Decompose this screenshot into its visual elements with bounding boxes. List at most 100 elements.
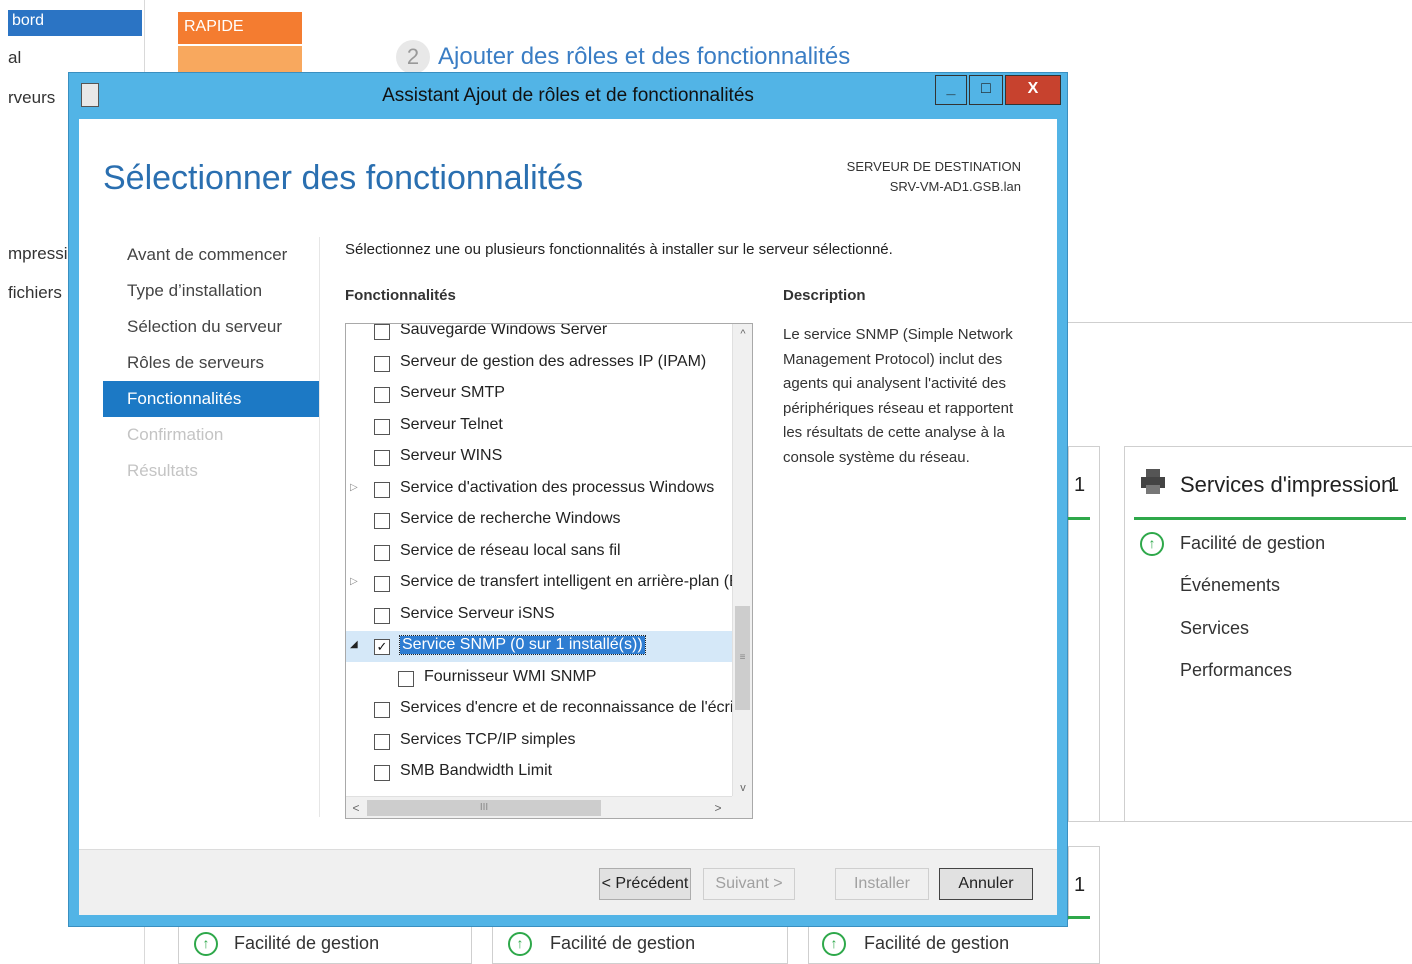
feature-checkbox[interactable]	[374, 450, 390, 466]
feature-checkbox[interactable]	[374, 481, 390, 498]
feature-checkbox[interactable]	[374, 387, 390, 403]
tile-print-link-manageability[interactable]: Facilité de gestion	[1180, 533, 1325, 554]
step-link[interactable]: Ajouter des rôles et des fonctionnalités	[438, 43, 850, 70]
feature-label[interactable]: Service de transfert intelligent en arri…	[400, 573, 732, 591]
close-button[interactable]: X	[1005, 75, 1061, 105]
feature-row[interactable]: Sauvegarde Windows Server	[346, 324, 732, 347]
feature-checkbox[interactable]: ✓	[374, 639, 390, 655]
expand-arrow-icon[interactable]: ◢	[350, 639, 358, 650]
feature-label[interactable]: Serveur SMTP	[400, 384, 505, 402]
feature-row[interactable]: Service de recherche Windows	[346, 505, 732, 536]
feature-checkbox[interactable]	[374, 733, 390, 750]
feature-checkbox[interactable]	[398, 670, 414, 687]
features-tree-list[interactable]: Sauvegarde Windows Server Serveur de gest…	[345, 323, 753, 819]
tile-print-link-events[interactable]: Événements	[1180, 575, 1280, 596]
tile-print-status-bar	[1134, 517, 1406, 520]
feature-checkbox[interactable]	[374, 576, 390, 592]
feature-label[interactable]: Serveur WINS	[400, 447, 502, 465]
wizard-body: Sélectionner des fonctionnalités SERVEUR…	[79, 119, 1057, 849]
bottom-tile-3-manageability[interactable]: Facilité de gestion	[864, 933, 1009, 954]
description-header: Description	[783, 287, 866, 304]
quick-start-tab-2[interactable]	[178, 46, 302, 74]
feature-row[interactable]: Services TCP/IP simples	[346, 726, 732, 757]
feature-row[interactable]: Services d'encre et de reconnaissance de…	[346, 694, 732, 725]
feature-label[interactable]: Service SNMP (0 sur 1 installé(s))	[399, 635, 646, 655]
wizard-titlebar[interactable]: Assistant Ajout de rôles et de fonctionn…	[69, 73, 1067, 117]
sidebar-item-local[interactable]: al	[8, 48, 70, 68]
next-button[interactable]: Suivant >	[703, 868, 795, 900]
feature-row[interactable]: ▷ Service d'activation des processus Wind…	[346, 474, 732, 505]
feature-row[interactable]: Serveur de gestion des adresses IP (IPAM…	[346, 348, 732, 379]
quick-start-tab[interactable]: RAPIDE	[178, 12, 302, 44]
feature-row[interactable]: ◢ ✓ Service SNMP (0 sur 1 installé(s))	[346, 631, 732, 662]
scroll-left-icon[interactable]: <	[346, 797, 366, 818]
tile-print-link-services[interactable]: Services	[1180, 618, 1249, 639]
feature-row[interactable]: Service de réseau local sans fil	[346, 537, 732, 568]
feature-label[interactable]: Serveur Telnet	[400, 416, 503, 434]
feature-checkbox[interactable]	[374, 702, 390, 718]
feature-checkbox[interactable]	[374, 418, 390, 435]
vertical-scroll-thumb[interactable]: ≡	[735, 606, 750, 710]
maximize-button[interactable]: □	[969, 75, 1003, 105]
feature-row[interactable]: Serveur SMTP	[346, 379, 732, 410]
feature-row[interactable]: Serveur WINS	[346, 442, 732, 473]
sidebar-item-servers[interactable]: rveurs	[8, 88, 70, 108]
feature-label[interactable]: Service d'activation des processus Windo…	[400, 479, 714, 497]
feature-label[interactable]: SMB Bandwidth Limit	[400, 762, 552, 780]
horizontal-scrollbar[interactable]: < III >	[346, 796, 732, 818]
install-button[interactable]: Installer	[835, 868, 929, 900]
tile-left-count: 1	[1074, 474, 1086, 496]
status-ok-icon: ↑	[822, 932, 846, 956]
feature-label[interactable]: Services d'encre et de reconnaissance de…	[400, 699, 732, 717]
nav-server-selection[interactable]: Sélection du serveur	[103, 309, 319, 345]
feature-checkbox[interactable]	[374, 513, 390, 529]
add-roles-features-wizard: Assistant Ajout de rôles et de fonctionn…	[68, 72, 1068, 927]
scrollbar-corner	[732, 796, 752, 818]
wizard-nav: Avant de commencer Type d’installation S…	[103, 237, 319, 489]
scroll-right-icon[interactable]: >	[708, 797, 728, 818]
cancel-button[interactable]: Annuler	[939, 868, 1033, 900]
bottom-tile-2-manageability[interactable]: Facilité de gestion	[550, 933, 695, 954]
feature-checkbox[interactable]	[374, 765, 390, 781]
feature-checkbox[interactable]	[374, 544, 390, 561]
previous-button[interactable]: < Précédent	[599, 868, 691, 900]
sidebar-item-files[interactable]: fichiers	[8, 283, 70, 303]
tile-print-link-performance[interactable]: Performances	[1180, 660, 1292, 681]
feature-checkbox[interactable]	[374, 324, 390, 340]
scroll-down-icon[interactable]: v	[733, 778, 752, 798]
feature-label[interactable]: Fournisseur WMI SNMP	[424, 668, 596, 686]
feature-row[interactable]: Service Serveur iSNS	[346, 600, 732, 631]
nav-confirmation: Confirmation	[127, 425, 224, 444]
feature-row[interactable]: Fournisseur WMI SNMP	[346, 663, 732, 694]
feature-row[interactable]: ▷ Service de transfert intelligent en arr…	[346, 568, 732, 599]
scroll-up-icon[interactable]: ^	[733, 324, 752, 344]
nav-installation-type[interactable]: Type d’installation	[103, 273, 319, 309]
expand-arrow-icon[interactable]: ▷	[350, 482, 358, 493]
horizontal-scroll-thumb[interactable]: III	[367, 800, 601, 816]
feature-checkbox[interactable]	[374, 607, 390, 624]
quick-start-step[interactable]: 2 Ajouter des rôles et des fonctionnalité…	[396, 40, 850, 74]
feature-label[interactable]: Service de recherche Windows	[400, 510, 621, 528]
feature-label[interactable]: Service Serveur iSNS	[400, 605, 555, 623]
expand-arrow-icon[interactable]: ▷	[350, 576, 358, 587]
feature-label[interactable]: Serveur de gestion des adresses IP (IPAM…	[400, 353, 706, 371]
tile-print-count: 1	[1388, 474, 1400, 496]
feature-row[interactable]: Serveur Telnet	[346, 411, 732, 442]
feature-row[interactable]: SMB Bandwidth Limit	[346, 757, 732, 788]
nav-before-you-begin[interactable]: Avant de commencer	[103, 237, 319, 273]
sidebar-item-dashboard[interactable]: bord	[8, 10, 142, 36]
printer-icon	[1140, 468, 1166, 496]
vertical-scrollbar[interactable]: ^ ≡ v	[732, 324, 752, 798]
feature-label[interactable]: Service de réseau local sans fil	[400, 542, 621, 560]
feature-label[interactable]: Services TCP/IP simples	[400, 731, 575, 749]
bottom-tile-1-manageability[interactable]: Facilité de gestion	[234, 933, 379, 954]
feature-checkbox[interactable]	[374, 355, 390, 372]
sidebar-item-print[interactable]: mpressi	[8, 244, 70, 264]
tile-print-title[interactable]: Services d'impression	[1180, 472, 1393, 498]
feature-label[interactable]: Sauvegarde Windows Server	[400, 324, 607, 339]
destination-server: SERVEUR DE DESTINATION SRV-VM-AD1.GSB.la…	[847, 157, 1021, 197]
nav-features[interactable]: Fonctionnalités	[103, 381, 319, 417]
minimize-button[interactable]: _	[935, 75, 967, 105]
tile-left-count-2: 1	[1074, 874, 1086, 896]
nav-server-roles[interactable]: Rôles de serveurs	[103, 345, 319, 381]
